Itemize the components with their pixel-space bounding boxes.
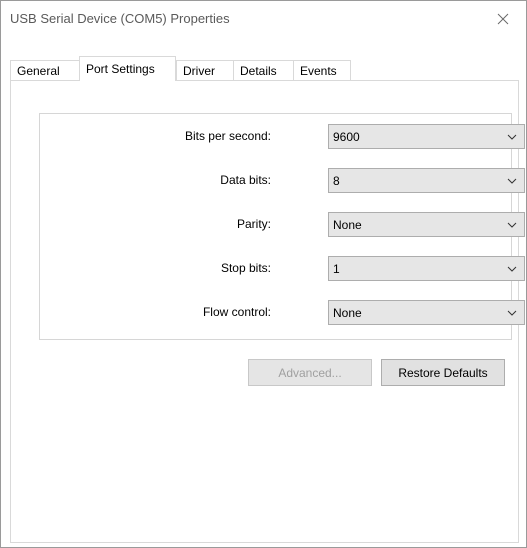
flow-control-select[interactable]: None [328,300,525,325]
bits-per-second-label: Bits per second: [184,129,271,143]
title-bar: USB Serial Device (COM5) Properties [1,1,526,37]
tab-label: Details [240,63,277,78]
data-bits-label: Data bits: [220,173,271,187]
tab-strip: General Port Settings Driver Details Eve… [10,56,517,81]
tab-details[interactable]: Details [233,60,294,80]
stop-bits-value: 1 [333,262,340,276]
tab-label: Events [300,63,337,78]
restore-defaults-button[interactable]: Restore Defaults [381,359,505,386]
stop-bits-label: Stop bits: [220,261,271,275]
properties-dialog: USB Serial Device (COM5) Properties Gene… [0,0,527,548]
parity-value: None [333,218,362,232]
close-icon [497,13,509,25]
window-title: USB Serial Device (COM5) Properties [10,11,230,26]
bits-per-second-value: 9600 [333,130,360,144]
chevron-down-icon [507,134,517,140]
chevron-down-icon [507,178,517,184]
tab-events[interactable]: Events [293,60,351,80]
restore-defaults-button-label: Restore Defaults [398,365,488,380]
flow-control-label: Flow control: [202,305,271,319]
tab-driver[interactable]: Driver [176,60,234,80]
close-button[interactable] [480,1,526,37]
advanced-button[interactable]: Advanced... [248,359,372,386]
tab-label: Port Settings [86,62,155,76]
port-settings-panel: Bits per second: 9600 Data bits: 8 Parit… [10,80,525,543]
chevron-down-icon [507,266,517,272]
parity-select[interactable]: None [328,212,525,237]
tab-label: General [17,63,60,78]
flow-control-value: None [333,306,362,320]
data-bits-select[interactable]: 8 [328,168,525,193]
stop-bits-select[interactable]: 1 [328,256,525,281]
chevron-down-icon [507,310,517,316]
tab-port-settings[interactable]: Port Settings [79,56,176,81]
bits-per-second-select[interactable]: 9600 [328,124,525,149]
chevron-down-icon [507,222,517,228]
advanced-button-label: Advanced... [278,365,342,380]
parity-label: Parity: [236,217,271,231]
data-bits-value: 8 [333,174,340,188]
tab-label: Driver [183,63,215,78]
settings-group: Bits per second: 9600 Data bits: 8 Parit… [39,113,525,340]
tab-general[interactable]: General [10,60,80,80]
